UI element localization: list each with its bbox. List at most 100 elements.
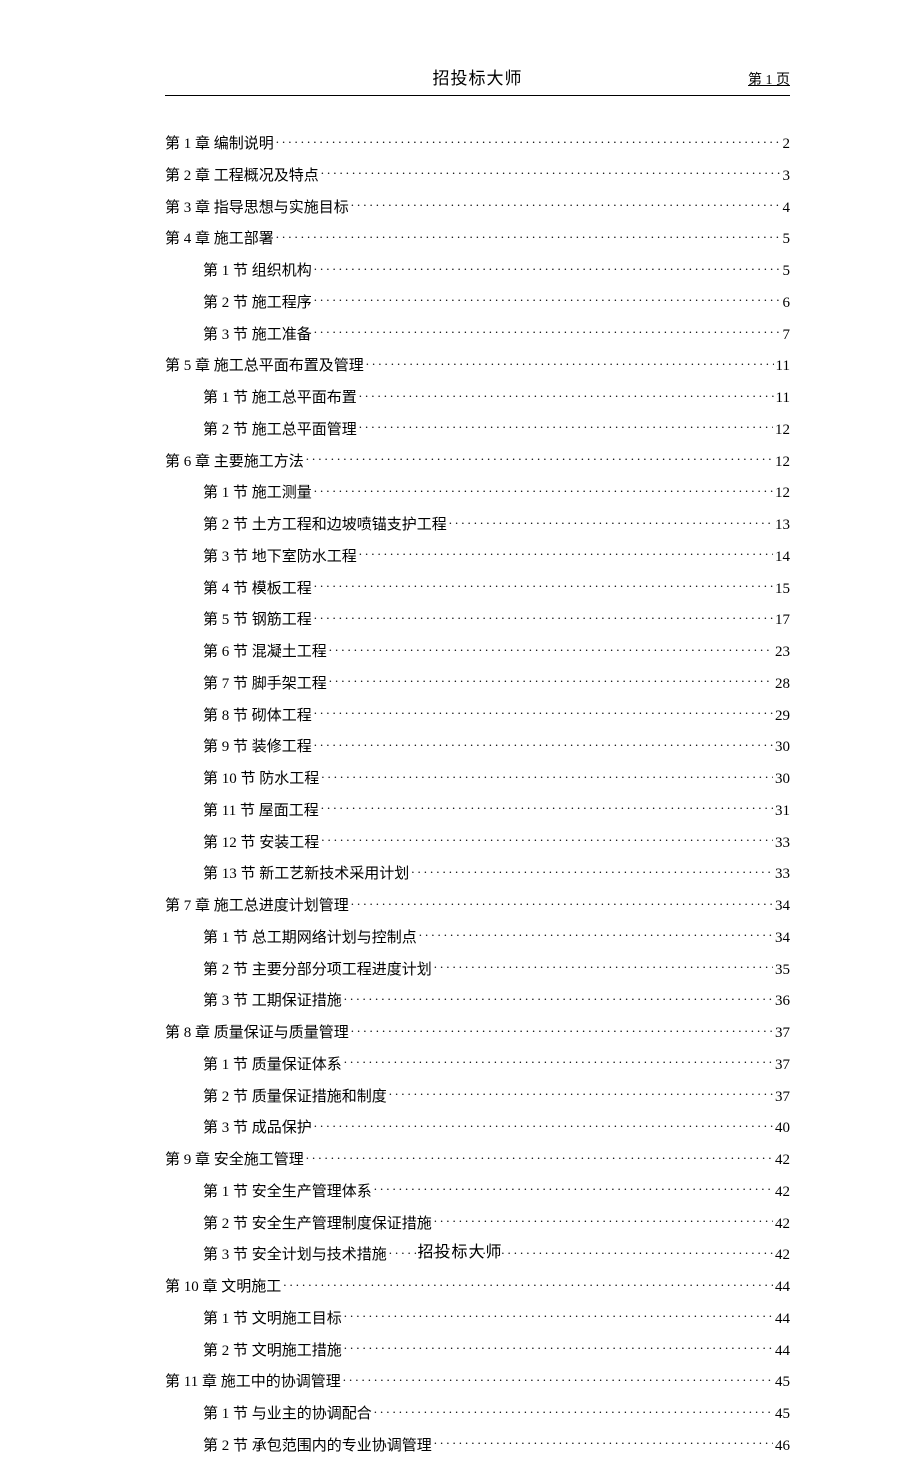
toc-entry-label: 第 8 章 质量保证与质量管理 — [165, 1021, 349, 1046]
toc-leader-dots — [344, 1340, 773, 1355]
page-header: 招投标大师 第 1 页 — [165, 0, 790, 96]
toc-leader-dots — [344, 1308, 773, 1323]
toc-leader-dots — [306, 1149, 773, 1164]
toc-leader-dots — [351, 1022, 773, 1037]
toc-entry: 第 1 节 施工测量 12 — [165, 481, 790, 506]
toc-entry: 第 3 节 施工准备7 — [165, 323, 790, 348]
toc-leader-dots — [314, 324, 781, 339]
toc-entry-label: 第 2 节 施工总平面管理 — [203, 418, 357, 443]
toc-leader-dots — [306, 451, 773, 466]
toc-entry: 第 9 节 装修工程 30 — [165, 735, 790, 760]
toc-entry-page: 37 — [775, 1085, 790, 1110]
toc-entry-label: 第 3 节 工期保证措施 — [203, 989, 342, 1014]
toc-entry-page: 44 — [775, 1339, 790, 1364]
toc-leader-dots — [434, 1435, 773, 1450]
toc-entry-label: 第 8 节 砌体工程 — [203, 704, 312, 729]
toc-entry: 第 4 章 施工部署5 — [165, 227, 790, 252]
toc-entry-label: 第 6 章 主要施工方法 — [165, 450, 304, 475]
toc-entry-label: 第 7 节 脚手架工程 — [203, 672, 327, 697]
toc-leader-dots — [359, 419, 773, 434]
toc-entry-label: 第 3 节 施工准备 — [203, 323, 312, 348]
toc-entry-label: 第 1 节 总工期网络计划与控制点 — [203, 926, 417, 951]
toc-entry-label: 第 3 节 成品保护 — [203, 1116, 312, 1141]
toc-entry-label: 第 1 节 与业主的协调配合 — [203, 1402, 372, 1427]
toc-leader-dots — [283, 1276, 773, 1291]
header-page-number: 第 1 页 — [748, 69, 790, 89]
toc-entry-page: 31 — [775, 799, 790, 824]
toc-entry: 第 2 节 承包范围内的专业协调管理46 — [165, 1434, 790, 1459]
toc-leader-dots — [434, 959, 773, 974]
toc-entry-page: 12 — [775, 418, 790, 443]
toc-entry-label: 第 9 节 装修工程 — [203, 735, 312, 760]
toc-entry: 第 2 节 文明施工措施44 — [165, 1339, 790, 1364]
toc-leader-dots — [434, 1213, 773, 1228]
toc-leader-dots — [276, 133, 781, 148]
toc-entry-label: 第 1 节 质量保证体系 — [203, 1053, 342, 1078]
toc-entry-page: 30 — [775, 767, 790, 792]
toc-leader-dots — [314, 260, 781, 275]
toc-entry-page: 30 — [775, 735, 790, 760]
toc-entry: 第 2 节 主要分部分项工程进度计划35 — [165, 958, 790, 983]
toc-entry-label: 第 5 节 钢筋工程 — [203, 608, 312, 633]
toc-entry: 第 1 节 安全生产管理体系42 — [165, 1180, 790, 1205]
toc-leader-dots — [351, 895, 773, 910]
toc-entry-label: 第 9 章 安全施工管理 — [165, 1148, 304, 1173]
toc-entry-page: 12 — [775, 481, 790, 506]
toc-entry-label: 第 3 节 地下室防水工程 — [203, 545, 357, 570]
toc-entry-page: 14 — [775, 545, 790, 570]
toc-entry-page: 28 — [775, 672, 790, 697]
toc-entry-label: 第 4 章 施工部署 — [165, 227, 274, 252]
toc-entry: 第 13 节 新工艺新技术采用计划33 — [165, 862, 790, 887]
toc-leader-dots — [344, 1054, 773, 1069]
toc-leader-dots — [276, 228, 781, 243]
toc-entry: 第 1 节 组织机构5 — [165, 259, 790, 284]
toc-entry-label: 第 2 章 工程概况及特点 — [165, 164, 319, 189]
toc-entry: 第 8 节 砌体工程29 — [165, 704, 790, 729]
toc-entry-page: 2 — [783, 132, 791, 157]
toc-entry-label: 第 11 章 施工中的协调管理 — [165, 1370, 341, 1395]
toc-entry-page: 46 — [775, 1434, 790, 1459]
toc-entry-page: 44 — [775, 1307, 790, 1332]
toc-leader-dots — [329, 673, 773, 688]
toc-entry-label: 第 6 节 混凝土工程 — [203, 640, 327, 665]
toc-entry-page: 6 — [783, 291, 791, 316]
toc-entry-page: 37 — [775, 1053, 790, 1078]
toc-entry: 第 1 节 质量保证体系 37 — [165, 1053, 790, 1078]
toc-entry: 第 5 节 钢筋工程17 — [165, 608, 790, 633]
toc-entry-label: 第 5 章 施工总平面布置及管理 — [165, 354, 364, 379]
toc-entry-label: 第 1 节 组织机构 — [203, 259, 312, 284]
toc-entry-page: 11 — [776, 386, 790, 411]
toc-entry-page: 33 — [775, 831, 790, 856]
toc-entry: 第 11 章 施工中的协调管理45 — [165, 1370, 790, 1395]
toc-entry: 第 4 节 模板工程15 — [165, 577, 790, 602]
toc-leader-dots — [314, 482, 773, 497]
toc-entry-page: 45 — [775, 1402, 790, 1427]
toc-entry: 第 9 章 安全施工管理 42 — [165, 1148, 790, 1173]
toc-entry: 第 3 节 成品保护40 — [165, 1116, 790, 1141]
toc-entry-page: 34 — [775, 926, 790, 951]
toc-entry-page: 42 — [775, 1212, 790, 1237]
toc-entry: 第 12 节 安装工程 33 — [165, 831, 790, 856]
toc-entry-label: 第 1 节 施工总平面布置 — [203, 386, 357, 411]
toc-entry-page: 34 — [775, 894, 790, 919]
toc-entry-label: 第 1 节 施工测量 — [203, 481, 312, 506]
toc-entry-page: 11 — [776, 354, 790, 379]
toc-entry: 第 7 节 脚手架工程 28 — [165, 672, 790, 697]
toc-entry-page: 3 — [783, 164, 791, 189]
toc-entry-label: 第 12 节 安装工程 — [203, 831, 319, 856]
toc-leader-dots — [366, 355, 774, 370]
toc-entry: 第 2 节 施工程序6 — [165, 291, 790, 316]
toc-leader-dots — [359, 387, 774, 402]
toc-entry-page: 36 — [775, 989, 790, 1014]
toc-entry: 第 3 节 地下室防水工程 14 — [165, 545, 790, 570]
toc-entry-page: 42 — [775, 1148, 790, 1173]
toc-entry-label: 第 2 节 土方工程和边坡喷锚支护工程 — [203, 513, 447, 538]
toc-entry-label: 第 2 节 安全生产管理制度保证措施 — [203, 1212, 432, 1237]
toc-entry-label: 第 7 章 施工总进度计划管理 — [165, 894, 349, 919]
toc-entry-label: 第 4 节 模板工程 — [203, 577, 312, 602]
toc-leader-dots — [374, 1181, 773, 1196]
page-footer: 招投标大师 — [0, 1238, 920, 1262]
toc-entry-page: 35 — [775, 958, 790, 983]
toc-leader-dots — [321, 832, 773, 847]
toc-entry-page: 33 — [775, 862, 790, 887]
